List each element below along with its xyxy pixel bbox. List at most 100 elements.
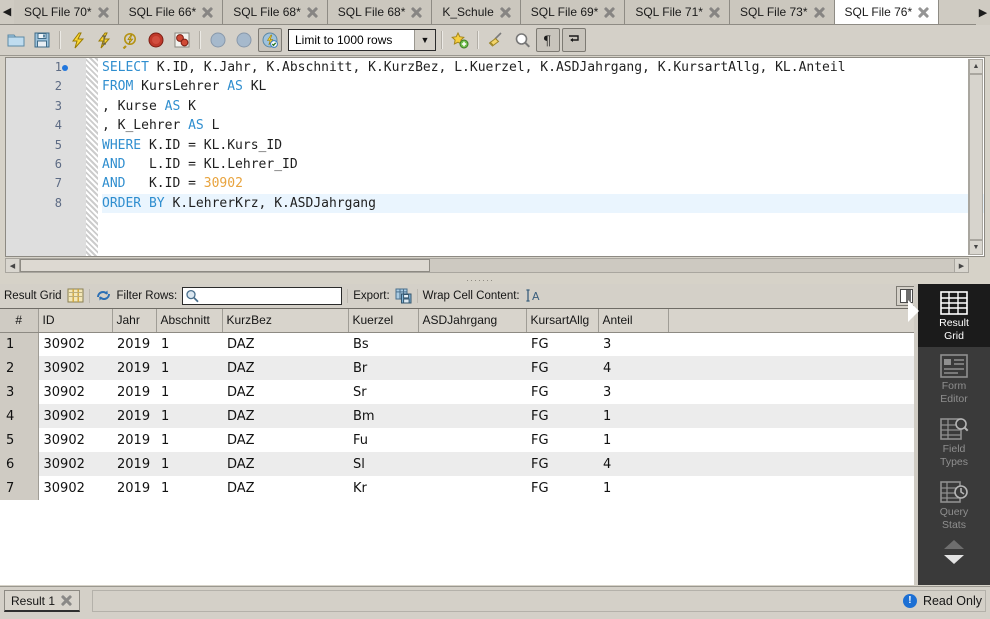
sidepanel-item-query-stats[interactable]: Query Stats — [918, 473, 990, 536]
row-number[interactable]: 1 — [0, 332, 39, 356]
table-cell[interactable]: 1 — [156, 332, 222, 356]
table-cell[interactable]: 3 — [598, 380, 668, 404]
table-cell[interactable]: 1 — [598, 404, 668, 428]
editor-tab[interactable]: K_Schule — [432, 0, 521, 24]
table-cell[interactable]: 30902 — [38, 428, 112, 452]
table-cell[interactable]: 30902 — [38, 452, 112, 476]
table-cell[interactable]: 1 — [156, 356, 222, 380]
find-button[interactable] — [510, 28, 534, 52]
column-header[interactable]: ASDJahrgang — [418, 309, 527, 333]
toggle-invisible-characters-button[interactable]: ¶ — [536, 28, 560, 52]
table-cell[interactable] — [668, 452, 918, 476]
table-cell[interactable] — [418, 452, 526, 476]
table-cell[interactable]: FG — [526, 404, 598, 428]
table-cell[interactable]: FG — [526, 332, 598, 356]
wrap-text-icon[interactable]: A — [525, 288, 542, 305]
code-line[interactable]: , K_Lehrer AS L — [102, 116, 984, 135]
table-cell[interactable]: 3 — [598, 332, 668, 356]
row-number[interactable]: 3 — [0, 380, 39, 404]
stop-execution-button[interactable] — [144, 28, 168, 52]
row-number[interactable]: 6 — [0, 452, 39, 476]
table-row[interactable]: 6 30902 2019 1 DAZ Sl FG 4 — [0, 452, 918, 476]
sql-code-editor[interactable]: 1 2 3 4 5 6 7 8 SELECT K.ID, K.Jahr, K.Abschnit… — [5, 57, 985, 257]
table-cell[interactable]: 2019 — [112, 428, 156, 452]
hscroll-thumb[interactable] — [20, 259, 430, 272]
table-cell[interactable] — [668, 332, 918, 356]
table-cell[interactable]: 30902 — [38, 380, 112, 404]
column-header[interactable]: Jahr — [112, 309, 157, 333]
close-icon[interactable] — [60, 594, 73, 607]
column-header[interactable]: KurzBez — [222, 309, 349, 333]
table-cell[interactable]: 2019 — [112, 380, 156, 404]
close-icon[interactable] — [708, 6, 721, 19]
table-cell[interactable] — [418, 428, 526, 452]
table-cell[interactable] — [418, 356, 526, 380]
editor-tab[interactable]: SQL File 69* — [520, 0, 626, 24]
table-cell[interactable]: 1 — [156, 428, 222, 452]
sidepanel-scroll-controls[interactable] — [918, 536, 990, 566]
row-number[interactable]: 5 — [0, 428, 39, 452]
toggle-wrapping-button[interactable] — [562, 28, 586, 52]
new-snippet-button[interactable] — [448, 28, 472, 52]
column-header[interactable]: ID — [38, 309, 113, 333]
table-cell[interactable]: 1 — [156, 380, 222, 404]
table-cell[interactable]: FG — [526, 356, 598, 380]
code-line[interactable]: AND K.ID = 30902 — [102, 174, 984, 193]
table-cell[interactable]: Bs — [348, 332, 418, 356]
column-header[interactable]: Kuerzel — [348, 309, 419, 333]
table-cell[interactable]: DAZ — [222, 380, 348, 404]
table-cell[interactable]: DAZ — [222, 332, 348, 356]
table-row[interactable]: 5 30902 2019 1 DAZ Fu FG 1 — [0, 428, 918, 452]
breakpoint-dot-icon[interactable] — [62, 65, 68, 71]
rollback-button[interactable] — [232, 28, 256, 52]
column-header[interactable]: KursartAllg — [526, 309, 599, 333]
close-icon[interactable] — [603, 6, 616, 19]
scroll-thumb[interactable] — [969, 74, 983, 240]
table-cell[interactable]: FG — [526, 452, 598, 476]
table-cell[interactable] — [668, 356, 918, 380]
row-number[interactable]: 4 — [0, 404, 39, 428]
table-cell[interactable]: Sl — [348, 452, 418, 476]
explain-plan-button[interactable] — [118, 28, 142, 52]
execute-statement-button[interactable] — [66, 28, 90, 52]
table-cell[interactable]: DAZ — [222, 404, 348, 428]
result-data-grid[interactable]: # ID Jahr Abschnitt KurzBez Kuerzel ASDJahrgan… — [0, 308, 918, 585]
table-cell[interactable]: 30902 — [38, 356, 112, 380]
table-row[interactable]: 4 30902 2019 1 DAZ Bm FG 1 — [0, 404, 918, 428]
toggle-autocommit-button[interactable] — [258, 28, 282, 52]
editor-tab[interactable]: SQL File 68* — [223, 0, 328, 24]
table-cell[interactable]: 1 — [156, 452, 222, 476]
sql-code-text[interactable]: SELECT K.ID, K.Jahr, K.Abschnitt, K.Kurz… — [98, 58, 984, 256]
table-cell[interactable]: 1 — [156, 476, 222, 500]
table-cell[interactable]: 1 — [598, 428, 668, 452]
table-cell[interactable]: FG — [526, 476, 598, 500]
editor-tab[interactable]: SQL File 76* — [834, 0, 940, 24]
sidepanel-item-form-editor[interactable]: Form Editor — [918, 347, 990, 410]
table-cell[interactable]: DAZ — [222, 356, 348, 380]
table-cell[interactable]: DAZ — [222, 452, 348, 476]
table-cell[interactable]: FG — [526, 380, 598, 404]
tab-scroll-left-icon[interactable]: ◀ — [0, 0, 14, 24]
code-line[interactable]: SELECT K.ID, K.Jahr, K.Abschnitt, K.Kurz… — [102, 58, 984, 77]
scroll-down-icon[interactable]: ▼ — [969, 240, 983, 255]
table-cell[interactable]: Fu — [348, 428, 418, 452]
table-cell[interactable]: DAZ — [222, 476, 348, 500]
chevron-up-icon[interactable] — [941, 538, 967, 552]
close-icon[interactable] — [813, 6, 826, 19]
export-grid-icon[interactable] — [395, 288, 412, 305]
splitter-grip[interactable]: ․․․․․․․ — [445, 273, 515, 283]
table-cell[interactable]: 2019 — [112, 476, 156, 500]
editor-gutter[interactable]: 1 2 3 4 5 6 7 8 — [6, 58, 86, 256]
table-cell[interactable]: 30902 — [38, 404, 112, 428]
table-cell[interactable]: 4 — [598, 452, 668, 476]
sidepanel-item-result-grid[interactable]: Result Grid — [908, 284, 990, 347]
code-line[interactable]: ORDER BY K.LehrerKrz, K.ASDJahrgang — [102, 193, 984, 214]
row-number[interactable]: 2 — [0, 356, 39, 380]
scroll-left-icon[interactable]: ◀ — [6, 259, 20, 272]
table-cell[interactable]: 2019 — [112, 404, 156, 428]
toggle-stop-on-error-button[interactable] — [170, 28, 194, 52]
table-cell[interactable] — [418, 332, 526, 356]
table-cell[interactable]: Kr — [348, 476, 418, 500]
code-line[interactable]: AND L.ID = KL.Lehrer_ID — [102, 155, 984, 174]
editor-tab[interactable]: SQL File 68* — [327, 0, 433, 24]
